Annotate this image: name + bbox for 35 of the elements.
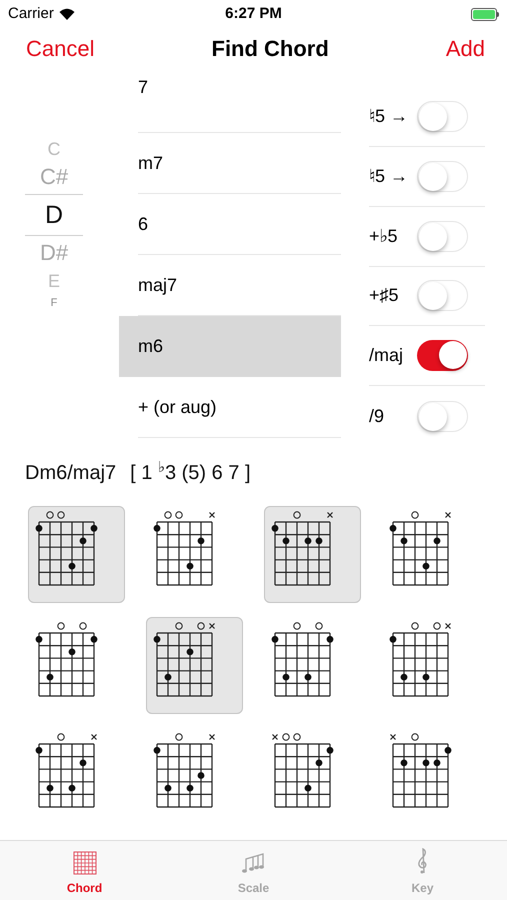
option-label: ♮5 → — [369, 164, 410, 188]
option-label: +♭5 — [369, 224, 399, 248]
chord-name: Dm6/maj7 — [25, 461, 116, 486]
wifi-icon — [58, 8, 75, 20]
toggle-switch[interactable] — [417, 280, 468, 312]
nav-title: Find Chord — [212, 34, 329, 62]
cancel-button[interactable]: Cancel — [26, 32, 94, 64]
chord-voicing[interactable] — [146, 617, 243, 714]
chord-quality-option[interactable]: m7 — [138, 133, 341, 194]
treble-clef-icon — [416, 847, 430, 875]
chord-quality-option[interactable]: 6 — [138, 194, 341, 255]
toggle-switch[interactable] — [417, 220, 468, 252]
chord-quality-option[interactable]: 7 — [138, 72, 341, 133]
status-time: 6:27 PM — [225, 4, 282, 24]
carrier-label: Carrier — [8, 4, 54, 24]
root-note-option[interactable]: F — [25, 294, 83, 313]
option-label: /9 — [369, 404, 386, 428]
battery-icon — [470, 8, 499, 20]
option-label: ♮5 → — [369, 104, 410, 128]
toggle-switch[interactable] — [417, 340, 468, 372]
toggle-switch[interactable] — [417, 100, 468, 132]
music-notes-icon — [240, 851, 266, 875]
option-label: /maj — [369, 344, 404, 368]
root-note-option[interactable]: D — [25, 194, 83, 236]
toggle-switch[interactable] — [417, 160, 468, 192]
chord-quality-option[interactable]: + (or aug) — [138, 377, 341, 438]
add-button[interactable]: Add — [446, 32, 485, 64]
chord-quality-option[interactable]: m6 — [119, 316, 341, 377]
chord-formula: [ 1 $^{♭}$3 (5) 6 7 ] — [130, 458, 251, 486]
chord-voicing[interactable] — [28, 506, 125, 603]
grid-icon — [72, 851, 96, 875]
toggle-switch[interactable] — [417, 400, 468, 432]
option-label: +♯5 — [369, 284, 400, 308]
tab-item[interactable]: Chord — [0, 841, 169, 900]
chord-voicing[interactable] — [264, 506, 361, 603]
